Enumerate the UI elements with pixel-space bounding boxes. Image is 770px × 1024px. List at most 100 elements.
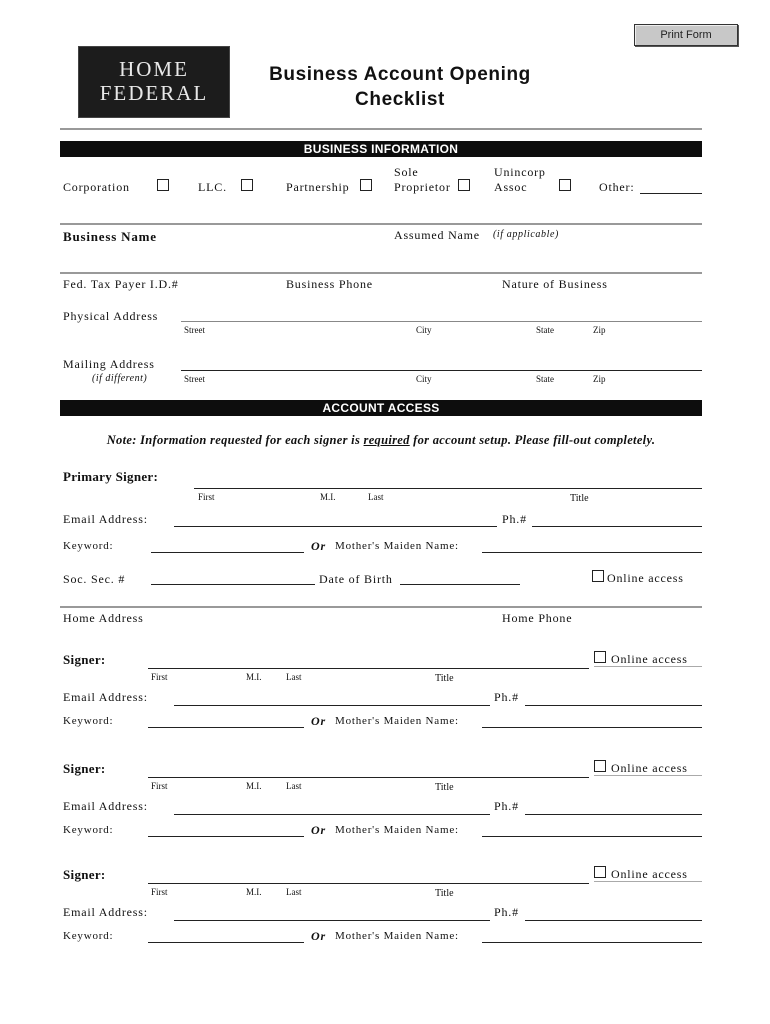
title-label: Title — [570, 493, 589, 504]
note-text-end: for account setup. Please fill-out compl… — [409, 433, 656, 447]
signer-2-keyword-input[interactable] — [148, 727, 304, 728]
mailing-street-label: Street — [184, 374, 205, 384]
section-header-account-access: ACCOUNT ACCESS — [60, 400, 702, 416]
physical-address-input[interactable] — [181, 321, 702, 322]
email-label: Email Address: — [63, 512, 148, 526]
signer-4-keyword-input[interactable] — [148, 942, 304, 943]
partnership-checkbox[interactable] — [360, 179, 372, 191]
unincorp-assoc-label-2: Assoc — [494, 180, 528, 194]
nature-of-business-label: Nature of Business — [502, 277, 608, 291]
mi-label: M.I. — [246, 887, 262, 897]
signer-3-phone-input[interactable] — [525, 814, 702, 815]
home-address-label: Home Address — [63, 611, 144, 625]
signer-3-email-input[interactable] — [174, 814, 490, 815]
signer-3-online-access-checkbox[interactable] — [594, 760, 606, 772]
signer-4-maiden-name-input[interactable] — [482, 942, 702, 943]
divider — [60, 223, 702, 225]
dob-input[interactable] — [400, 584, 520, 585]
email-label: Email Address: — [63, 905, 148, 919]
signer-label: Signer: — [63, 652, 106, 667]
divider — [594, 775, 702, 776]
online-access-label: Online access — [611, 867, 688, 881]
llc-checkbox[interactable] — [241, 179, 253, 191]
note-text: Note: Information requested for each sig… — [106, 433, 364, 447]
business-phone-label: Business Phone — [286, 277, 373, 291]
keyword-label: Keyword: — [63, 824, 114, 836]
unincorp-assoc-checkbox[interactable] — [559, 179, 571, 191]
keyword-input[interactable] — [151, 552, 304, 553]
last-name-label: Last — [286, 887, 302, 897]
keyword-label: Keyword: — [63, 930, 114, 942]
mailing-address-note: (if different) — [92, 373, 148, 384]
maiden-name-label: Mother's Maiden Name: — [335, 930, 459, 942]
mailing-address-input[interactable] — [181, 370, 702, 371]
divider — [594, 666, 702, 667]
online-access-label: Online access — [611, 761, 688, 775]
primary-signer-label: Primary Signer: — [63, 469, 159, 484]
last-name-label: Last — [286, 672, 302, 682]
physical-city-label: City — [416, 325, 432, 335]
maiden-name-label: Mother's Maiden Name: — [335, 824, 459, 836]
note-required: required — [363, 433, 410, 447]
sole-proprietor-checkbox[interactable] — [458, 179, 470, 191]
phone-label: Ph.# — [494, 799, 519, 813]
signer-2-email-input[interactable] — [174, 705, 490, 706]
signer-4-phone-input[interactable] — [525, 920, 702, 921]
online-access-checkbox[interactable] — [592, 570, 604, 582]
home-federal-logo: HOME FEDERAL — [78, 46, 230, 118]
or-label: Or — [311, 823, 326, 837]
email-input[interactable] — [174, 526, 497, 527]
first-name-label: First — [198, 492, 215, 502]
mi-label: M.I. — [246, 672, 262, 682]
divider — [594, 881, 702, 882]
print-form-button[interactable]: Print Form — [634, 24, 738, 46]
maiden-name-input[interactable] — [482, 552, 702, 553]
other-input[interactable] — [640, 193, 702, 194]
mailing-city-label: City — [416, 374, 432, 384]
signer-4-email-input[interactable] — [174, 920, 490, 921]
business-name-label: Business Name — [63, 229, 157, 244]
title-label: Title — [435, 888, 454, 899]
section-header-business-information: BUSINESS INFORMATION — [60, 141, 702, 157]
logo-line2: FEDERAL — [99, 81, 209, 105]
ssn-input[interactable] — [151, 584, 315, 585]
logo-line1: HOME — [119, 57, 189, 81]
corporation-label: Corporation — [63, 180, 130, 194]
signer-label: Signer: — [63, 761, 106, 776]
or-label: Or — [311, 539, 326, 553]
signer-3-name-input[interactable] — [148, 777, 589, 778]
signer-4-name-input[interactable] — [148, 883, 589, 884]
signer-2-online-access-checkbox[interactable] — [594, 651, 606, 663]
signer-3-maiden-name-input[interactable] — [482, 836, 702, 837]
phone-label: Ph.# — [494, 905, 519, 919]
email-label: Email Address: — [63, 799, 148, 813]
primary-signer-name-input[interactable] — [194, 488, 702, 489]
last-name-label: Last — [368, 492, 384, 502]
signer-2-maiden-name-input[interactable] — [482, 727, 702, 728]
signer-2-phone-input[interactable] — [525, 705, 702, 706]
phone-label: Ph.# — [494, 690, 519, 704]
last-name-label: Last — [286, 781, 302, 791]
first-name-label: First — [151, 672, 168, 682]
mailing-address-label: Mailing Address — [63, 357, 155, 371]
tax-id-label: Fed. Tax Payer I.D.# — [63, 277, 179, 291]
physical-state-label: State — [536, 325, 554, 335]
signer-label: Signer: — [63, 867, 106, 882]
signer-4-online-access-checkbox[interactable] — [594, 866, 606, 878]
llc-label: LLC. — [198, 180, 227, 194]
mailing-state-label: State — [536, 374, 554, 384]
physical-address-label: Physical Address — [63, 309, 159, 323]
unincorp-assoc-label-1: Unincorp — [494, 165, 546, 179]
email-label: Email Address: — [63, 690, 148, 704]
signer-3-keyword-input[interactable] — [148, 836, 304, 837]
title-label: Title — [435, 673, 454, 684]
page-title-line2: Checklist — [355, 89, 445, 110]
corporation-checkbox[interactable] — [157, 179, 169, 191]
signer-2-name-input[interactable] — [148, 668, 589, 669]
first-name-label: First — [151, 781, 168, 791]
physical-zip-label: Zip — [593, 325, 606, 335]
assumed-name-note: (if applicable) — [493, 229, 559, 240]
phone-input[interactable] — [532, 526, 702, 527]
assumed-name-label: Assumed Name — [394, 228, 480, 242]
divider — [60, 606, 702, 608]
